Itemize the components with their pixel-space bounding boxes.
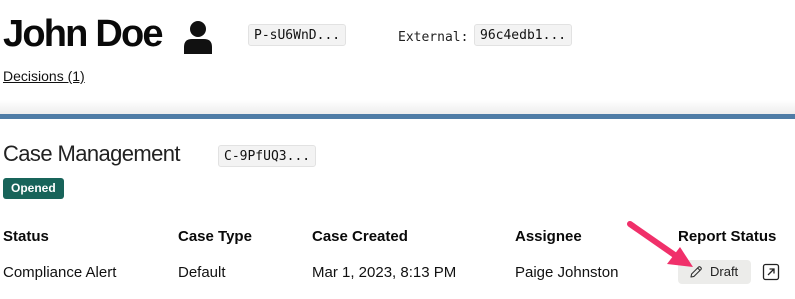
section-divider [0,114,795,119]
report-status-label: Draft [710,264,739,279]
annotation-arrow [627,221,693,267]
column-header-case-created: Case Created [312,228,408,245]
external-id-chip[interactable]: 96c4edb1... [474,24,573,46]
section-shadow [0,100,795,115]
decisions-link[interactable]: Decisions (1) [3,68,85,84]
cell-assignee: Paige Johnston [515,264,619,281]
external-id-label: External: [398,30,469,45]
column-header-case-type: Case Type [178,228,252,245]
external-link-icon[interactable] [762,263,780,281]
cell-case-created: Mar 1, 2023, 8:13 PM [312,264,457,281]
column-header-assignee: Assignee [515,228,582,245]
case-id-chip[interactable]: C-9PfUQ3... [218,145,317,167]
profile-header: John Doe P-sU6WnD... External: 96c4edb1.… [0,0,795,114]
person-id-chip[interactable]: P-sU6WnD... [248,24,347,46]
case-management-title: Case Management [3,141,180,166]
case-status-badge: Opened [3,178,64,199]
cell-status: Compliance Alert [3,264,117,281]
column-header-status: Status [3,228,49,245]
person-name: John Doe [3,13,164,55]
person-icon [184,21,212,54]
cell-case-type: Default [178,264,226,281]
